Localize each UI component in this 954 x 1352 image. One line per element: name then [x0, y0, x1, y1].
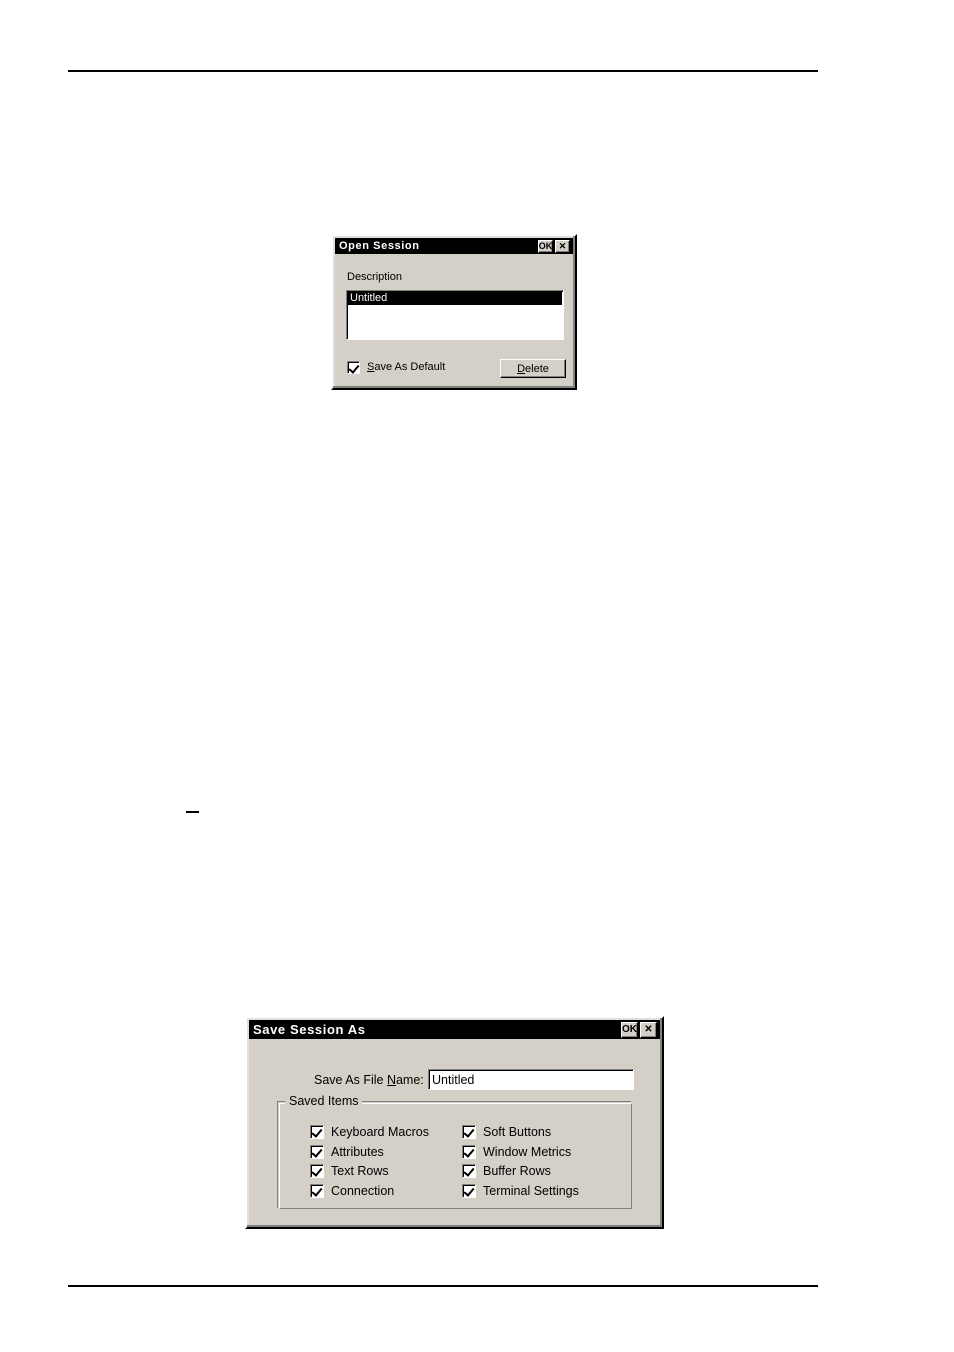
- open-session-title: Open Session: [339, 240, 420, 252]
- soft-buttons-checkbox[interactable]: [462, 1125, 476, 1139]
- checkbox-row-text-rows[interactable]: Text Rows: [310, 1164, 389, 1178]
- open-session-dialog: Open Session OK ✕ Description Untitled S…: [331, 234, 577, 390]
- stray-dash-mark: [186, 811, 199, 813]
- open-session-titlebar-buttons: OK ✕: [538, 239, 573, 253]
- checkbox-row-attributes[interactable]: Attributes: [310, 1145, 384, 1159]
- terminal-settings-label: Terminal Settings: [483, 1183, 579, 1198]
- open-session-titlebar[interactable]: Open Session OK ✕: [335, 238, 573, 254]
- terminal-settings-checkbox[interactable]: [462, 1184, 476, 1198]
- soft-buttons-label: Soft Buttons: [483, 1124, 552, 1139]
- checkbox-row-soft-buttons[interactable]: Soft Buttons: [462, 1125, 551, 1139]
- save-session-as-dialog: Save Session As OK ✕ Save As File Name: …: [245, 1016, 664, 1229]
- keyboard-macros-checkbox[interactable]: [310, 1125, 324, 1139]
- save-as-file-name-label: Save As File Name:: [314, 1073, 424, 1087]
- ok-titlebar-button[interactable]: OK: [621, 1021, 638, 1038]
- text-rows-checkbox[interactable]: [310, 1164, 324, 1178]
- connection-checkbox[interactable]: [310, 1184, 324, 1198]
- save-as-file-name-input[interactable]: [428, 1069, 634, 1090]
- close-titlebar-button[interactable]: ✕: [640, 1021, 657, 1038]
- page-footer-rule: [68, 1285, 818, 1287]
- checkbox-row-connection[interactable]: Connection: [310, 1184, 394, 1198]
- save-session-titlebar-buttons: OK ✕: [621, 1021, 660, 1038]
- delete-button[interactable]: Delete: [500, 359, 566, 378]
- keyboard-macros-label: Keyboard Macros: [331, 1124, 429, 1139]
- delete-button-label: Delete: [517, 362, 549, 375]
- ok-titlebar-button[interactable]: OK: [538, 239, 553, 253]
- window-metrics-label: Window Metrics: [483, 1144, 572, 1159]
- description-label: Description: [347, 271, 403, 283]
- checkbox-row-terminal-settings[interactable]: Terminal Settings: [462, 1184, 579, 1198]
- close-titlebar-button[interactable]: ✕: [555, 239, 570, 253]
- save-as-default-checkbox-row[interactable]: Save As Default: [347, 361, 445, 374]
- connection-label: Connection: [331, 1183, 395, 1198]
- save-as-default-checkbox[interactable]: [347, 361, 360, 374]
- text-rows-label: Text Rows: [331, 1163, 389, 1178]
- save-session-title: Save Session As: [253, 1022, 366, 1037]
- window-metrics-checkbox[interactable]: [462, 1145, 476, 1159]
- checkbox-row-keyboard-macros[interactable]: Keyboard Macros: [310, 1125, 429, 1139]
- saved-items-group-title: Saved Items: [285, 1094, 363, 1108]
- list-item[interactable]: Untitled: [348, 292, 562, 305]
- attributes-checkbox[interactable]: [310, 1145, 324, 1159]
- page-header-rule: [68, 70, 818, 72]
- checkbox-row-window-metrics[interactable]: Window Metrics: [462, 1145, 571, 1159]
- session-listbox[interactable]: Untitled: [346, 290, 564, 340]
- buffer-rows-checkbox[interactable]: [462, 1164, 476, 1178]
- checkbox-row-buffer-rows[interactable]: Buffer Rows: [462, 1164, 551, 1178]
- buffer-rows-label: Buffer Rows: [483, 1163, 551, 1178]
- save-session-titlebar[interactable]: Save Session As OK ✕: [249, 1020, 660, 1039]
- attributes-label: Attributes: [331, 1144, 384, 1159]
- save-as-default-label: Save As Default: [367, 361, 446, 373]
